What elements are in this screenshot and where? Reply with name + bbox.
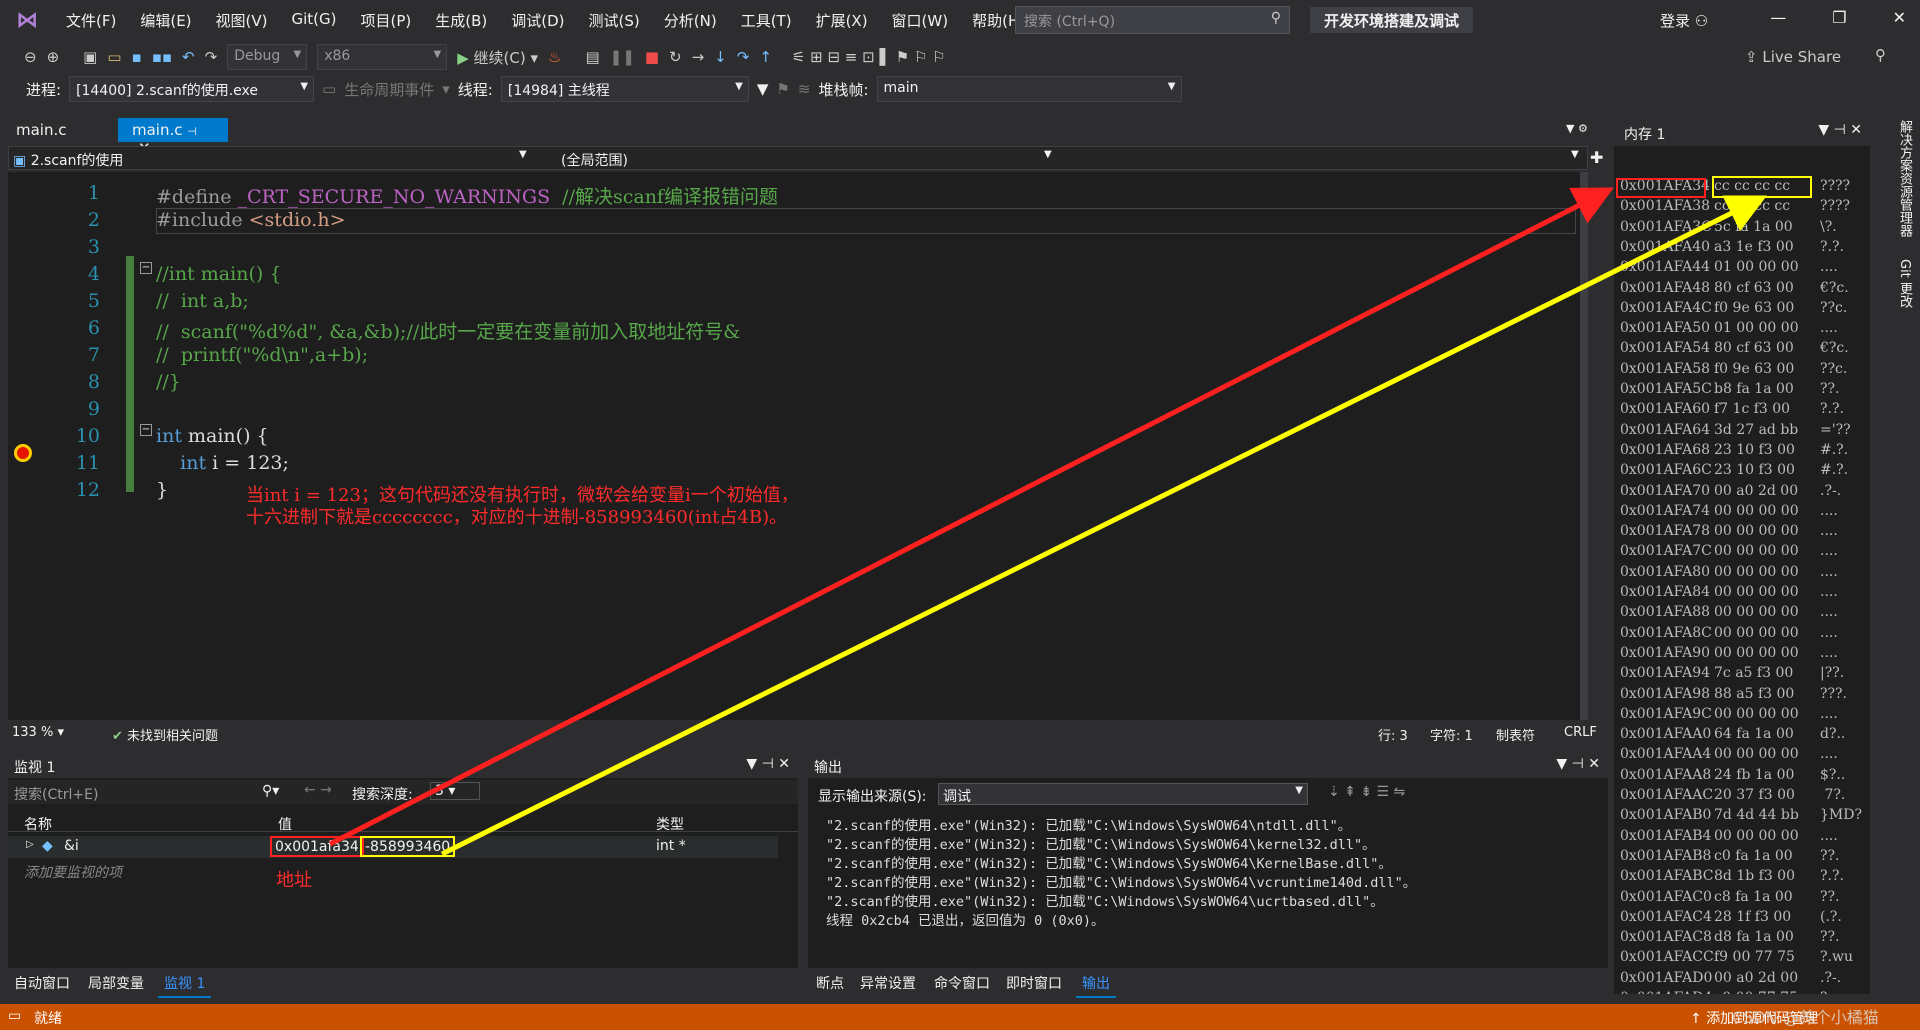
yellow-arrow <box>440 195 1767 857</box>
arrow-overlay <box>328 187 1767 857</box>
red-arrow <box>328 187 1614 847</box>
